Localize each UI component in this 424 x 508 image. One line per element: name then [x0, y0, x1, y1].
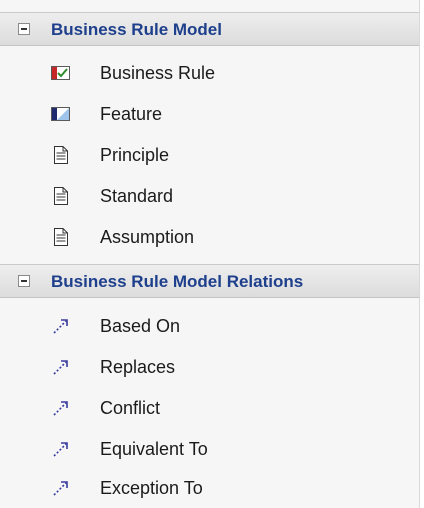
toolbox-item-business-rule[interactable]: Business Rule: [0, 54, 419, 92]
toolbox-item-principle[interactable]: Principle: [0, 136, 419, 174]
toolbox-item-assumption[interactable]: Assumption: [0, 218, 419, 256]
item-label: Business Rule: [100, 63, 216, 83]
toolbox-item-based-on[interactable]: Based On: [0, 307, 419, 345]
item-label: Based On: [100, 316, 181, 336]
document-icon: [54, 146, 68, 164]
item-label: Exception To: [100, 478, 203, 498]
toolbox-item-conflict[interactable]: Conflict: [0, 389, 419, 427]
document-icon: [54, 228, 68, 246]
dashed-arrow-icon: [53, 442, 68, 457]
toolbox-item-equivalent-to[interactable]: Equivalent To: [0, 430, 419, 468]
dashed-arrow-icon: [53, 319, 68, 334]
toolbox-panel: Business Rule Model Business Rule Featur…: [0, 0, 420, 508]
toolbox-item-feature[interactable]: Feature: [0, 95, 419, 133]
dashed-arrow-icon: [53, 360, 68, 375]
feature-icon: [51, 107, 70, 121]
business-rule-icon: [51, 66, 70, 80]
toolbox-item-standard[interactable]: Standard: [0, 177, 419, 215]
item-label: Standard: [100, 186, 174, 206]
dashed-arrow-icon: [53, 481, 68, 496]
toolbox-item-exception-to[interactable]: Exception To: [0, 469, 419, 507]
dashed-arrow-icon: [53, 401, 68, 416]
document-icon: [54, 187, 68, 205]
item-label: Feature: [100, 104, 163, 124]
item-label: Equivalent To: [100, 439, 208, 459]
group-title: Business Rule Model: [51, 20, 222, 39]
group-header-business-rule-model-relations[interactable]: Business Rule Model Relations: [0, 264, 419, 298]
item-label: Assumption: [100, 227, 195, 247]
item-label: Conflict: [100, 398, 161, 418]
collapse-toggle-icon[interactable]: [18, 23, 30, 35]
item-label: Replaces: [100, 357, 176, 377]
toolbox-item-replaces[interactable]: Replaces: [0, 348, 419, 386]
group-title: Business Rule Model Relations: [51, 272, 304, 291]
item-label: Principle: [100, 145, 170, 165]
collapse-toggle-icon[interactable]: [18, 275, 30, 287]
group-header-business-rule-model[interactable]: Business Rule Model: [0, 12, 419, 46]
